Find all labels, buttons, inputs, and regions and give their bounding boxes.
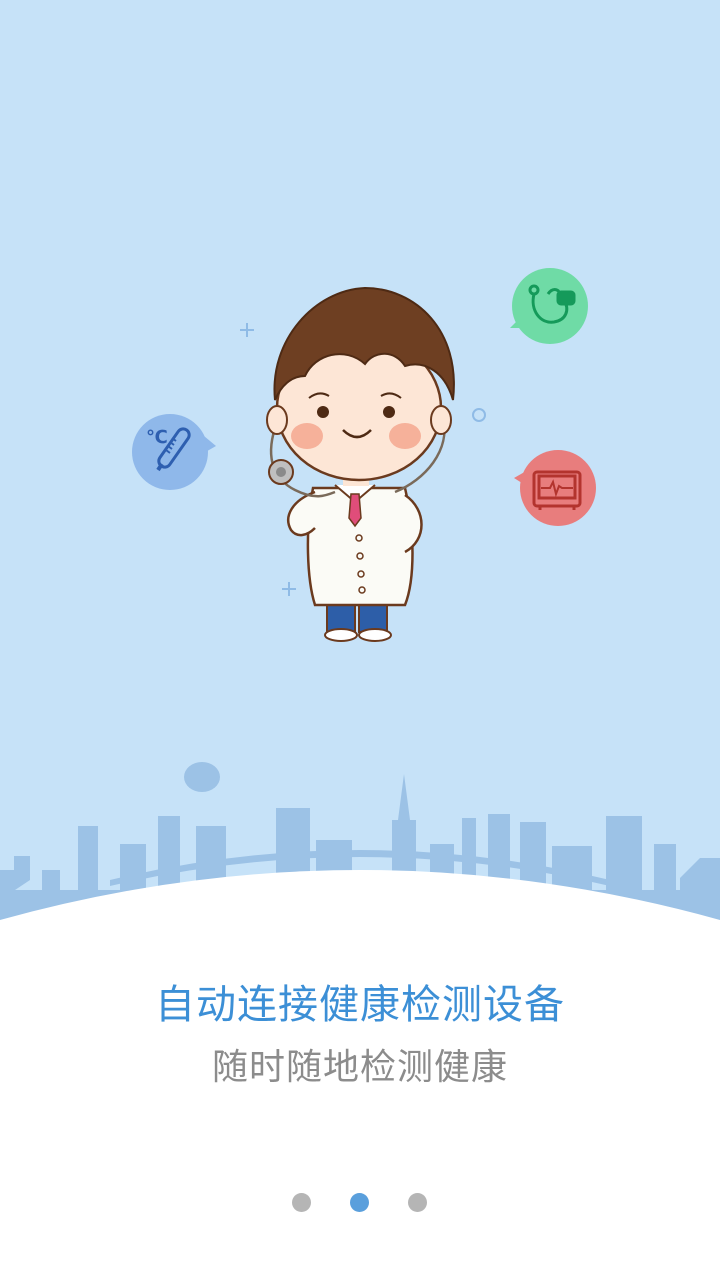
page-indicator (0, 1193, 720, 1213)
page-dot-1[interactable] (292, 1193, 311, 1212)
thermometer-bubble: ℃ (132, 414, 216, 490)
onboarding-subtitle: 随时随地检测健康 (211, 1047, 508, 1088)
sparkle-circle-icon (472, 408, 486, 422)
onboarding-title: 自动连接健康检测设备 (155, 982, 565, 1028)
svg-text:℃: ℃ (146, 427, 168, 448)
sparkle-plus-icon (240, 323, 254, 337)
page-dot-2-active[interactable] (350, 1193, 369, 1212)
stethoscope-bubble (510, 268, 588, 344)
doctor-character-illustration (266, 286, 455, 642)
hero-illustration-area: ℃ (0, 0, 720, 940)
heart-monitor-bubble (514, 450, 596, 526)
page-dot-3[interactable] (408, 1193, 427, 1212)
